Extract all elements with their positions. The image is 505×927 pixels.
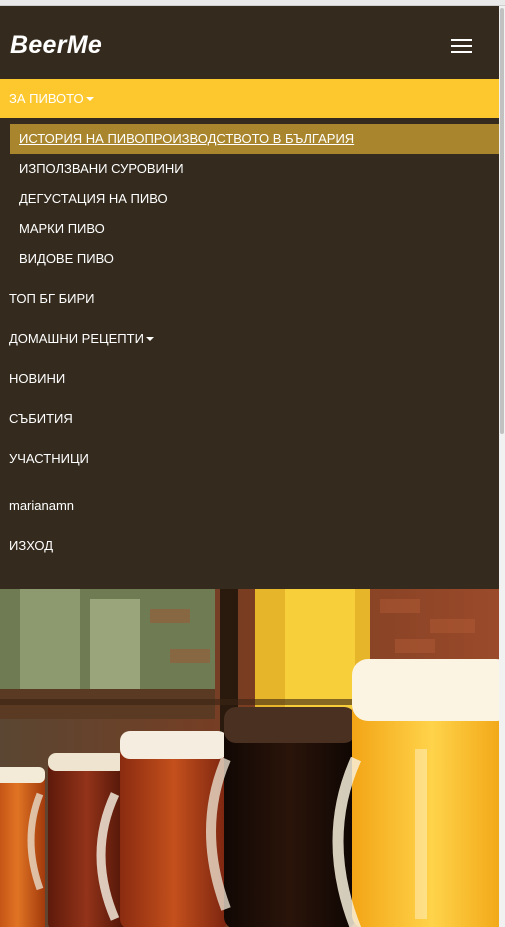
logout-link[interactable]: ИЗХОД (9, 538, 53, 553)
menu-item-home-recipes[interactable]: ДОМАШНИ РЕЦЕПТИ (9, 331, 154, 346)
menu-item-participants[interactable]: УЧАСТНИЦИ (9, 451, 89, 466)
submenu-item-brands[interactable]: МАРКИ ПИВО (19, 221, 105, 236)
hamburger-menu-icon[interactable] (441, 33, 481, 59)
menu-item-home-recipes-label: ДОМАШНИ РЕЦЕПТИ (9, 331, 144, 346)
menu-item-events[interactable]: СЪБИТИЯ (9, 411, 73, 426)
submenu-item-history[interactable]: ИСТОРИЯ НА ПИВОПРОИЗВОДСТВОТО В БЪЛГАРИЯ (19, 131, 354, 146)
menu-item-about-beer[interactable]: ЗА ПИВОТО (0, 79, 499, 118)
caret-down-icon (145, 336, 154, 341)
scrollbar-thumb[interactable] (500, 8, 504, 434)
page-frame: BeerMe ЗА ПИВОТО ИСТОРИЯ НА ПИВОПРОИЗВОД… (0, 6, 499, 927)
submenu-item-types[interactable]: ВИДОВЕ ПИВО (19, 251, 114, 266)
menu-item-top-bg-beers[interactable]: ТОП БГ БИРИ (9, 291, 95, 306)
submenu-item-ingredients[interactable]: ИЗПОЛЗВАНИ СУРОВИНИ (19, 161, 184, 176)
main-navbar: BeerMe ЗА ПИВОТО ИСТОРИЯ НА ПИВОПРОИЗВОД… (0, 6, 499, 589)
brand-logo[interactable]: BeerMe (10, 31, 102, 60)
page-scrollbar[interactable] (499, 6, 505, 927)
caret-down-icon (85, 96, 94, 101)
menu-item-about-beer-label: ЗА ПИВОТО (9, 91, 84, 106)
submenu-item-tasting[interactable]: ДЕГУСТАЦИЯ НА ПИВО (19, 191, 168, 206)
menu-item-news[interactable]: НОВИНИ (9, 371, 65, 386)
user-profile-link[interactable]: marianamn (9, 498, 74, 513)
hero-beer-mugs-image (0, 589, 499, 927)
